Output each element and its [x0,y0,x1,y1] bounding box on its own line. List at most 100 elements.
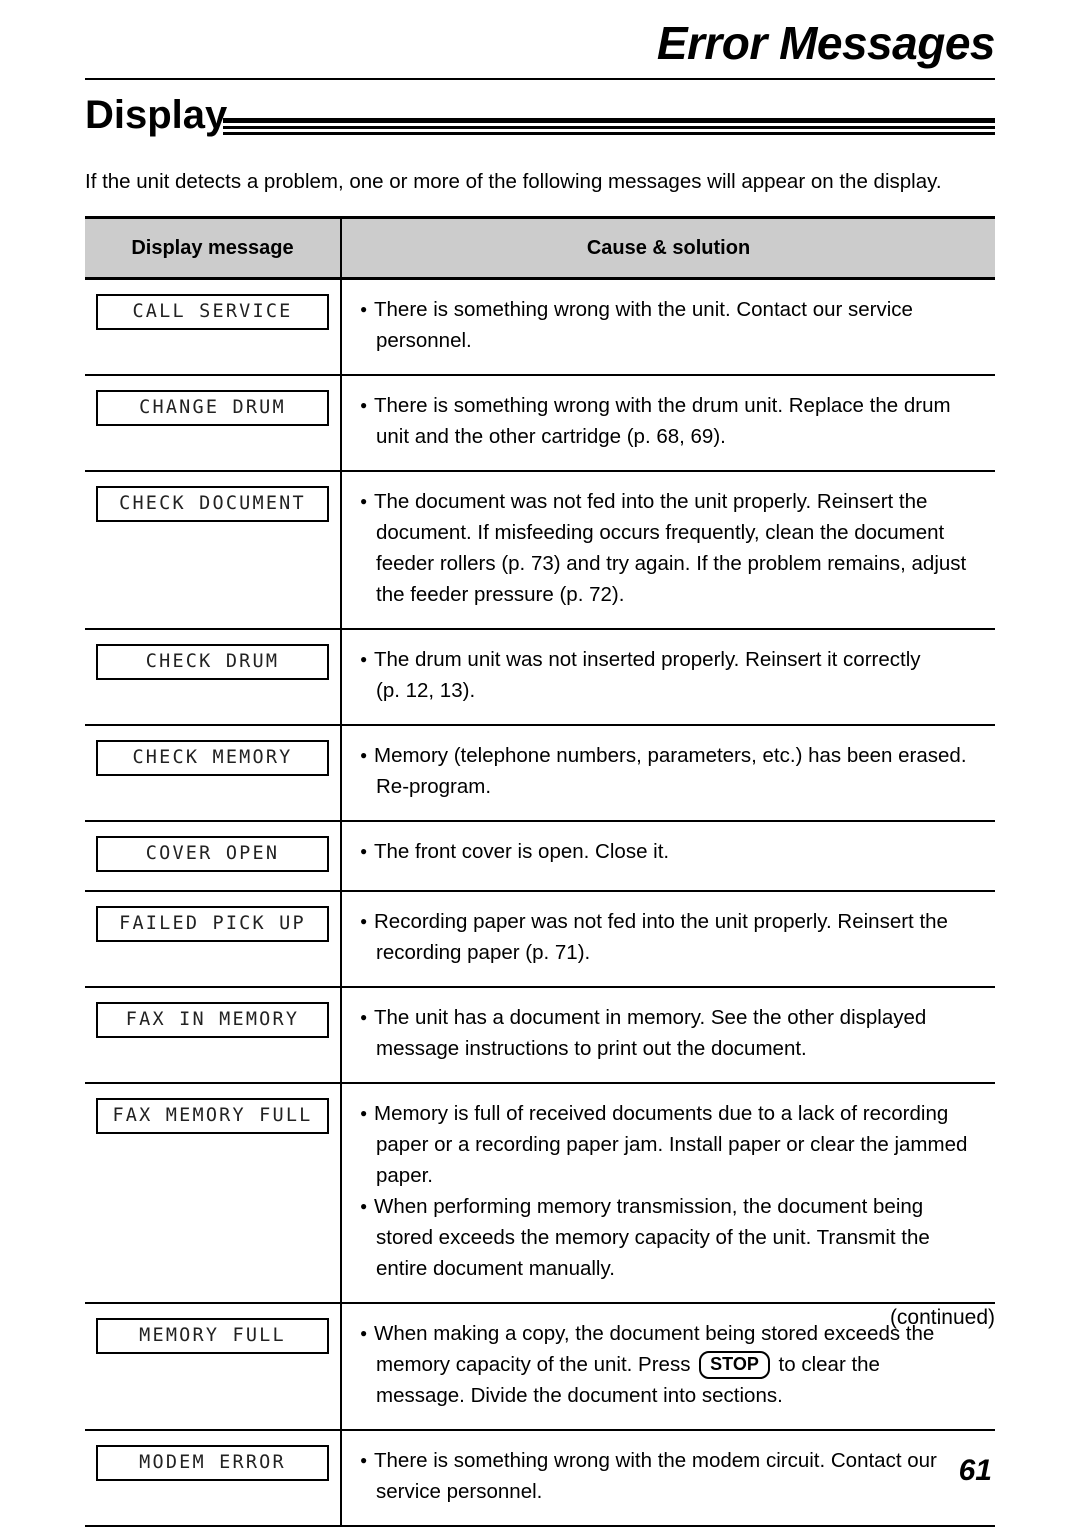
table-row: MEMORY FULL When making a copy, the docum… [85,1303,995,1431]
cause-line: The front cover is open. Close it. [374,840,670,863]
lcd-display-text: MODEM ERROR [139,1452,286,1473]
lcd-display-box: CALL SERVICE [95,293,330,331]
cause-line: Memory (telephone numbers, parameters, e… [374,744,967,767]
cause-line: the feeder pressure (p. 72). [376,583,625,606]
cause-solution-cell: The drum unit was not inserted properly.… [341,629,995,726]
table-row: CHECK DRUM The drum unit was not inserted… [85,629,995,726]
chapter-title: Error Messages [656,17,996,69]
cause-bullet: When performing memory transmission, the… [360,1191,995,1284]
cause-bullet-list: The unit has a document in memory. See t… [360,1002,995,1064]
cause-line: message instructions to print out the do… [376,1037,807,1060]
cause-solution-cell: There is something wrong with the modem … [341,1430,995,1527]
lcd-display-box: MEMORY FULL [95,1317,330,1355]
cause-line: The drum unit was not inserted properly.… [374,648,921,671]
cause-line: personnel. [376,329,472,352]
cause-line: There is something wrong with the unit. … [374,298,913,321]
cause-bullet-list: There is something wrong with the drum u… [360,390,995,452]
cause-bullet: There is something wrong with the modem … [360,1445,995,1507]
lcd-display-box: FAILED PICK UP [95,905,330,943]
table-row: FAX MEMORY FULL Memory is full of receive… [85,1083,995,1304]
cause-bullet: Recording paper was not fed into the uni… [360,906,995,968]
lcd-display-text: FAX IN MEMORY [125,1009,300,1030]
cause-solution-cell: Memory is full of received documents due… [341,1083,995,1304]
lcd-display-box: FAX IN MEMORY [95,1001,330,1039]
table-body: CALL SERVICE There is something wrong wit… [85,278,995,1527]
cause-line: Recording paper was not fed into the uni… [374,910,948,933]
cause-line: paper. [376,1164,433,1187]
table-header-row: Display message Cause & solution [85,216,995,280]
display-message-cell: FAX MEMORY FULL [85,1083,342,1304]
page-number: 61 [958,1454,992,1487]
continued-note: (continued) [889,1306,995,1329]
section-decor-rule [223,118,995,135]
cause-line: document. If misfeeding occurs frequentl… [376,521,945,544]
cause-bullet-list: There is something wrong with the unit. … [360,294,995,356]
manual-page: Error Messages Display If the unit detec… [0,0,1080,1527]
cause-bullet-list: The document was not fed into the unit p… [360,486,995,610]
lcd-display-text: MEMORY FULL [139,1325,286,1346]
error-message-table: Display message Cause & solution CALL SE… [85,216,995,1527]
lcd-display-box: FAX MEMORY FULL [95,1097,330,1135]
display-message-cell: CHECK DOCUMENT [85,471,342,630]
display-message-cell: CALL SERVICE [85,278,342,376]
cause-line: feeder rollers (p. 73) and try again. If… [376,552,967,575]
cause-solution-cell: The front cover is open. Close it. [341,821,995,892]
table-row: COVER OPEN The front cover is open. Close… [85,821,995,892]
table-row: FAILED PICK UP Recording paper was not fe… [85,891,995,988]
display-message-cell: CHANGE DRUM [85,375,342,472]
cause-line: There is something wrong with the drum u… [374,394,951,417]
cause-bullet-list: The front cover is open. Close it. [360,836,995,867]
column-header-cause-solution: Cause & solution [341,216,995,280]
cause-line: Memory is full of received documents due… [374,1102,949,1125]
cause-bullet-list: When making a copy, the document being s… [360,1318,995,1411]
lcd-display-box: CHANGE DRUM [95,389,330,427]
column-header-display-message: Display message [85,216,342,280]
table-row: CHANGE DRUM There is something wrong with… [85,375,995,472]
table-row: FAX IN MEMORY The unit has a document in … [85,987,995,1084]
table-row: MODEM ERROR There is something wrong with… [85,1430,995,1527]
cause-line: message. Divide the document into sectio… [376,1384,783,1407]
lcd-display-text: CHECK DRUM [145,651,280,672]
lcd-display-text: CHECK DOCUMENT [119,493,306,514]
lcd-display-box: COVER OPEN [95,835,330,873]
lcd-display-text: FAILED PICK UP [119,913,306,934]
cause-line: Re-program. [376,775,492,798]
cause-bullet: There is something wrong with the unit. … [360,294,995,356]
table-row: CALL SERVICE There is something wrong wit… [85,278,995,376]
cause-bullet: The document was not fed into the unit p… [360,486,995,610]
cause-solution-cell: There is something wrong with the drum u… [341,375,995,472]
table-row: CHECK DOCUMENT The document was not fed i… [85,471,995,630]
cause-bullet: Memory is full of received documents due… [360,1098,995,1191]
display-message-cell: CHECK MEMORY [85,725,342,822]
table-row: CHECK MEMORY Memory (telephone numbers, p… [85,725,995,822]
cause-bullet: There is something wrong with the drum u… [360,390,995,452]
cause-bullet-list: Memory is full of received documents due… [360,1098,995,1284]
cause-bullet-list: Recording paper was not fed into the uni… [360,906,995,968]
cause-line-tail: to clear the [772,1353,880,1376]
cause-solution-cell: There is something wrong with the unit. … [341,278,995,376]
cause-bullet-list: Memory (telephone numbers, parameters, e… [360,740,995,802]
display-message-cell: COVER OPEN [85,821,342,892]
cause-line: memory capacity of the unit. Press STOP … [374,1349,995,1380]
lcd-display-text: CALL SERVICE [132,301,293,322]
cause-solution-cell: Recording paper was not fed into the uni… [341,891,995,988]
cause-line: unit and the other cartridge (p. 68, 69)… [376,425,726,448]
cause-solution-cell: The document was not fed into the unit p… [341,471,995,630]
lcd-display-text: CHANGE DRUM [139,397,286,418]
cause-bullet-list: The drum unit was not inserted properly.… [360,644,995,706]
display-message-cell: FAX IN MEMORY [85,987,342,1084]
chapter-rule [85,78,995,80]
display-message-cell: CHECK DRUM [85,629,342,726]
cause-bullet: When making a copy, the document being s… [360,1318,995,1411]
display-message-cell: FAILED PICK UP [85,891,342,988]
cause-line: stored exceeds the memory capacity of th… [376,1226,930,1249]
lcd-display-box: MODEM ERROR [95,1444,330,1482]
cause-bullet: Memory (telephone numbers, parameters, e… [360,740,995,802]
cause-solution-cell: The unit has a document in memory. See t… [341,987,995,1084]
lcd-display-box: CHECK MEMORY [95,739,330,777]
lcd-display-text: CHECK MEMORY [132,747,293,768]
cause-line: entire document manually. [376,1257,615,1280]
cause-bullet: The front cover is open. Close it. [360,836,995,867]
cause-line: service personnel. [376,1480,543,1503]
lcd-display-box: CHECK DRUM [95,643,330,681]
